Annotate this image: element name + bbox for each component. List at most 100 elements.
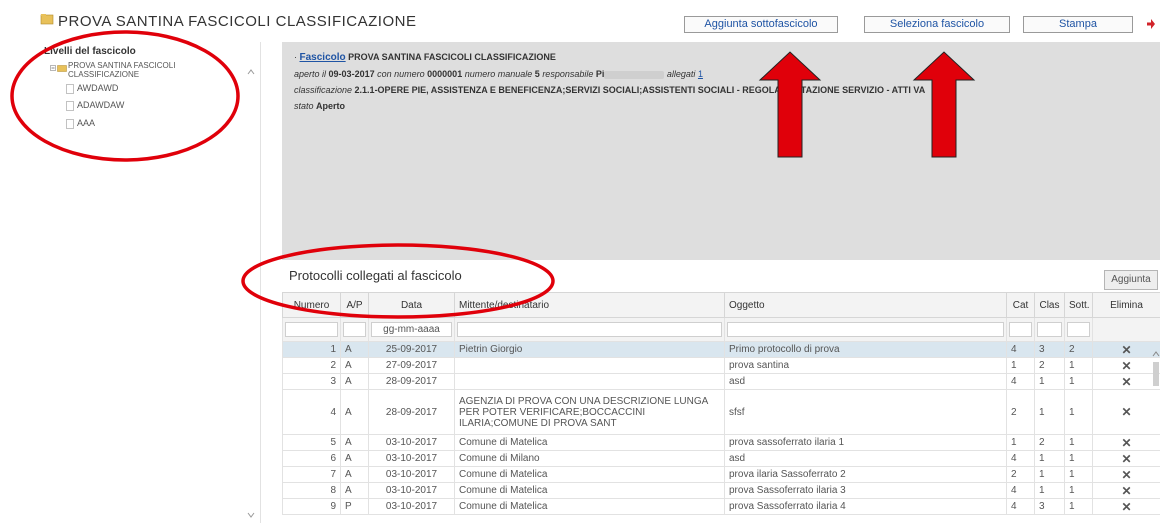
folder-icon	[57, 65, 67, 72]
tree-item-awdawd[interactable]: AWDAWD	[66, 83, 118, 94]
tree-item-aaa[interactable]: AAA	[66, 118, 95, 129]
column-header-elimina: Elimina	[1092, 292, 1160, 318]
cell-numero: 9	[282, 498, 341, 515]
cell-sott: 1	[1064, 389, 1093, 435]
column-header-sott[interactable]: Sott.	[1064, 292, 1093, 318]
column-header-ap[interactable]: A/P	[340, 292, 369, 318]
collapse-icon[interactable]	[50, 65, 56, 71]
column-header-cat[interactable]: Cat	[1006, 292, 1035, 318]
folder-link[interactable]: Fascicolo	[300, 52, 346, 63]
filter-mittente-input[interactable]	[457, 322, 722, 337]
delete-icon[interactable]: ✕	[1092, 357, 1160, 374]
state-value: Aperto	[316, 101, 346, 111]
tree-item-label: AWDAWD	[77, 83, 119, 93]
delete-icon[interactable]: ✕	[1092, 341, 1160, 358]
cell-oggetto: prova Sassoferrato ilaria 3	[724, 482, 1007, 499]
table-row[interactable]: 2 A 27-09-2017 prova santina 1 2 1 ✕	[282, 357, 1160, 374]
table-row[interactable]: 9 P 03-10-2017 Comune di Matelica prova Sass…	[282, 498, 1160, 515]
column-header-oggetto[interactable]: Oggetto	[724, 292, 1007, 318]
cell-numero: 1	[282, 341, 341, 358]
protocols-title: Protocolli collegati al fascicolo	[289, 268, 462, 283]
table-row[interactable]: 6 A 03-10-2017 Comune di Milano asd 4 1 1 ✕	[282, 450, 1160, 467]
folder-detail-panel: · Fascicolo PROVA SANTINA FASCICOLI CLAS…	[282, 42, 1160, 260]
cell-data: 03-10-2017	[368, 450, 455, 467]
cell-ap: A	[340, 373, 369, 390]
cell-cat: 4	[1006, 498, 1035, 515]
table-row[interactable]: 4 A 28-09-2017 AGENZIA DI PROVA CON UNA DES…	[282, 389, 1160, 435]
column-header-clas[interactable]: Clas	[1034, 292, 1065, 318]
column-header-mittente[interactable]: Mittente/destinatario	[454, 292, 725, 318]
detail-opened-line: aperto il 09-03-2017 con numero 0000001 …	[294, 69, 703, 79]
cell-mittente: AGENZIA DI PROVA CON UNA DESCRIZIONE LUN…	[454, 389, 725, 435]
cell-numero: 3	[282, 373, 341, 390]
column-header-numero[interactable]: Numero	[282, 292, 341, 318]
cell-mittente: Comune di Matelica	[454, 434, 725, 451]
cell-cat: 2	[1006, 466, 1035, 483]
cell-cat: 2	[1006, 389, 1035, 435]
tree-root-label: PROVA SANTINA FASCICOLI CLASSIFICAZIONE	[68, 61, 176, 79]
responsible-name: Pi	[595, 69, 605, 79]
delete-icon[interactable]: ✕	[1092, 466, 1160, 483]
filter-numero-input[interactable]	[285, 322, 338, 337]
opened-label: aperto il	[294, 69, 327, 79]
filter-clas-input[interactable]	[1037, 322, 1062, 337]
cell-data: 28-09-2017	[368, 373, 455, 390]
filter-oggetto-input[interactable]	[727, 322, 1004, 337]
table-scrollbar[interactable]	[1152, 316, 1160, 523]
cell-clas: 2	[1034, 357, 1065, 374]
table-row[interactable]: 8 A 03-10-2017 Comune di Matelica prova Sass…	[282, 482, 1160, 499]
filter-cat-input[interactable]	[1009, 322, 1032, 337]
column-header-data[interactable]: Data	[368, 292, 455, 318]
table-row[interactable]: 7 A 03-10-2017 Comune di Matelica prova ilar…	[282, 466, 1160, 483]
delete-icon[interactable]: ✕	[1092, 450, 1160, 467]
select-folder-button[interactable]: Seleziona fascicolo	[864, 16, 1010, 33]
filter-date-input[interactable]: gg-mm-aaaa	[371, 322, 452, 337]
cell-clas: 3	[1034, 341, 1065, 358]
add-subfolder-button[interactable]: Aggiunta sottofascicolo	[684, 16, 838, 33]
cell-ap: A	[340, 357, 369, 374]
cell-data: 03-10-2017	[368, 498, 455, 515]
delete-icon[interactable]: ✕	[1092, 373, 1160, 390]
manual-label: numero manuale	[464, 69, 533, 79]
delete-icon[interactable]: ✕	[1092, 389, 1160, 435]
cell-oggetto: prova ilaria Sassoferrato 2	[724, 466, 1007, 483]
cell-mittente: Pietrin Giorgio	[454, 341, 725, 358]
table-row[interactable]: 3 A 28-09-2017 asd 4 1 1 ✕	[282, 373, 1160, 390]
cell-oggetto: prova sassoferrato ilaria 1	[724, 434, 1007, 451]
cell-clas: 1	[1034, 389, 1065, 435]
tree-item-adawdaw[interactable]: ADAWDAW	[66, 100, 124, 111]
folder-logo-icon	[40, 14, 54, 25]
detail-state-line: stato Aperto	[294, 101, 345, 111]
cell-sott: 1	[1064, 357, 1093, 374]
table-row[interactable]: 5 A 03-10-2017 Comune di Matelica prova sass…	[282, 434, 1160, 451]
filter-sott-input[interactable]	[1067, 322, 1090, 337]
exit-icon[interactable]	[1146, 18, 1156, 30]
cell-clas: 3	[1034, 498, 1065, 515]
left-scrollbar[interactable]	[246, 60, 256, 520]
cell-oggetto: asd	[724, 373, 1007, 390]
add-protocol-button[interactable]: Aggiunta	[1104, 270, 1158, 290]
print-button[interactable]: Stampa	[1023, 16, 1133, 33]
filter-ap-input[interactable]	[343, 322, 366, 337]
cell-numero: 8	[282, 482, 341, 499]
cell-cat: 4	[1006, 450, 1035, 467]
cell-data: 25-09-2017	[368, 341, 455, 358]
cell-data: 03-10-2017	[368, 466, 455, 483]
responsible-label: responsabile	[542, 69, 594, 79]
folder-levels-panel: Livelli del fascicolo PROVA SANTINA FASC…	[40, 42, 261, 523]
classification-label: classificazione	[294, 85, 353, 95]
delete-icon[interactable]: ✕	[1092, 498, 1160, 515]
cell-oggetto: asd	[724, 450, 1007, 467]
filter-row: gg-mm-aaaa	[282, 317, 1160, 342]
manual-number: 5	[534, 69, 540, 79]
delete-icon[interactable]: ✕	[1092, 434, 1160, 451]
cell-cat: 1	[1006, 357, 1035, 374]
delete-icon[interactable]: ✕	[1092, 482, 1160, 499]
attachments-link[interactable]: 1	[698, 69, 703, 79]
table-row[interactable]: 1 A 25-09-2017 Pietrin Giorgio Primo protoco…	[282, 341, 1160, 358]
cell-sott: 1	[1064, 450, 1093, 467]
cell-cat: 4	[1006, 373, 1035, 390]
cell-clas: 1	[1034, 373, 1065, 390]
detail-title-line: · Fascicolo PROVA SANTINA FASCICOLI CLAS…	[294, 52, 556, 63]
cell-sott: 1	[1064, 373, 1093, 390]
